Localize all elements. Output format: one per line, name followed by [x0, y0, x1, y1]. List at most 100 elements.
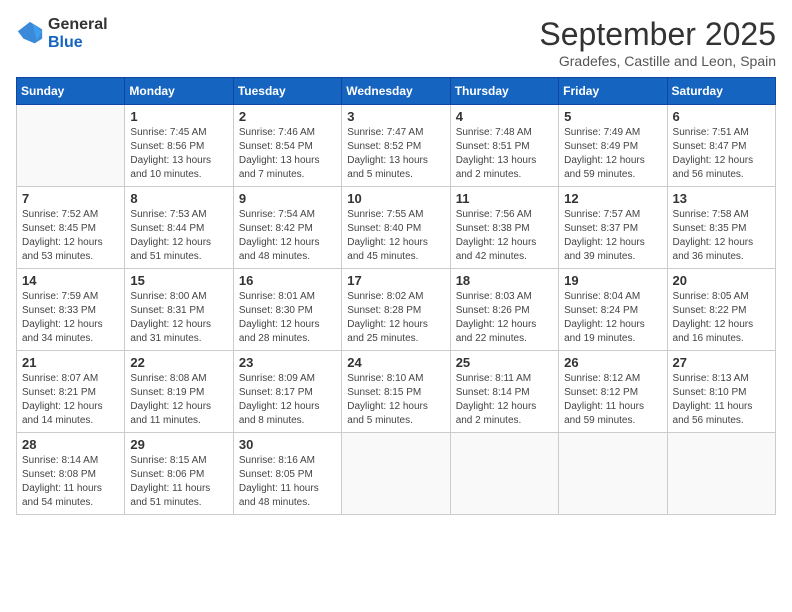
day-cell: 12 Sunrise: 7:57 AMSunset: 8:37 PMDayligh… — [559, 187, 667, 269]
day-info: Sunrise: 8:13 AMSunset: 8:10 PMDaylight:… — [673, 372, 770, 428]
day-info: Sunrise: 8:09 AMSunset: 8:17 PMDaylight:… — [239, 372, 336, 428]
day-cell: 30 Sunrise: 8:16 AMSunset: 8:05 PMDayligh… — [233, 433, 341, 515]
day-number: 19 — [564, 273, 661, 288]
day-info: Sunrise: 7:57 AMSunset: 8:37 PMDaylight:… — [564, 208, 661, 264]
day-number: 15 — [130, 273, 227, 288]
day-cell: 14 Sunrise: 7:59 AMSunset: 8:33 PMDayligh… — [17, 269, 125, 351]
day-cell: 7 Sunrise: 7:52 AMSunset: 8:45 PMDaylight… — [17, 187, 125, 269]
day-info: Sunrise: 8:00 AMSunset: 8:31 PMDaylight:… — [130, 290, 227, 346]
day-number: 22 — [130, 355, 227, 370]
week-row-4: 28 Sunrise: 8:14 AMSunset: 8:08 PMDayligh… — [17, 433, 776, 515]
header-day-thursday: Thursday — [450, 78, 558, 105]
day-info: Sunrise: 7:48 AMSunset: 8:51 PMDaylight:… — [456, 126, 553, 182]
week-row-1: 7 Sunrise: 7:52 AMSunset: 8:45 PMDaylight… — [17, 187, 776, 269]
day-cell: 25 Sunrise: 8:11 AMSunset: 8:14 PMDayligh… — [450, 351, 558, 433]
day-cell: 8Sunrise: 7:53 AMSunset: 8:44 PMDaylight… — [125, 187, 233, 269]
day-number: 30 — [239, 437, 336, 452]
day-info: Sunrise: 8:11 AMSunset: 8:14 PMDaylight:… — [456, 372, 553, 428]
day-info: Sunrise: 7:52 AMSunset: 8:45 PMDaylight:… — [22, 208, 119, 264]
logo-icon — [16, 20, 44, 48]
title-area: September 2025 Gradefes, Castille and Le… — [539, 16, 776, 69]
day-info: Sunrise: 7:47 AMSunset: 8:52 PMDaylight:… — [347, 126, 444, 182]
day-cell: 16Sunrise: 8:01 AMSunset: 8:30 PMDayligh… — [233, 269, 341, 351]
day-info: Sunrise: 7:51 AMSunset: 8:47 PMDaylight:… — [673, 126, 770, 182]
day-number: 3 — [347, 109, 444, 124]
day-info: Sunrise: 7:45 AMSunset: 8:56 PMDaylight:… — [130, 126, 227, 182]
header: General Blue September 2025 Gradefes, Ca… — [16, 16, 776, 69]
day-cell: 27 Sunrise: 8:13 AMSunset: 8:10 PMDayligh… — [667, 351, 775, 433]
day-number: 2 — [239, 109, 336, 124]
day-cell: 6 Sunrise: 7:51 AMSunset: 8:47 PMDaylight… — [667, 105, 775, 187]
header-day-sunday: Sunday — [17, 78, 125, 105]
day-number: 18 — [456, 273, 553, 288]
header-day-monday: Monday — [125, 78, 233, 105]
day-info: Sunrise: 8:10 AMSunset: 8:15 PMDaylight:… — [347, 372, 444, 428]
day-number: 4 — [456, 109, 553, 124]
day-info: Sunrise: 8:07 AMSunset: 8:21 PMDaylight:… — [22, 372, 119, 428]
day-cell: 20 Sunrise: 8:05 AMSunset: 8:22 PMDayligh… — [667, 269, 775, 351]
location: Gradefes, Castille and Leon, Spain — [539, 53, 776, 69]
day-number: 23 — [239, 355, 336, 370]
day-cell — [450, 433, 558, 515]
day-cell: 18 Sunrise: 8:03 AMSunset: 8:26 PMDayligh… — [450, 269, 558, 351]
day-number: 12 — [564, 191, 661, 206]
day-cell: 2Sunrise: 7:46 AMSunset: 8:54 PMDaylight… — [233, 105, 341, 187]
day-info: Sunrise: 7:59 AMSunset: 8:33 PMDaylight:… — [22, 290, 119, 346]
day-info: Sunrise: 8:05 AMSunset: 8:22 PMDaylight:… — [673, 290, 770, 346]
day-number: 17 — [347, 273, 444, 288]
day-info: Sunrise: 8:03 AMSunset: 8:26 PMDaylight:… — [456, 290, 553, 346]
day-number: 6 — [673, 109, 770, 124]
day-number: 11 — [456, 191, 553, 206]
day-cell: 15 Sunrise: 8:00 AMSunset: 8:31 PMDayligh… — [125, 269, 233, 351]
day-cell — [17, 105, 125, 187]
day-cell: 19 Sunrise: 8:04 AMSunset: 8:24 PMDayligh… — [559, 269, 667, 351]
day-number: 25 — [456, 355, 553, 370]
day-cell: 29Sunrise: 8:15 AMSunset: 8:06 PMDayligh… — [125, 433, 233, 515]
week-row-3: 21Sunrise: 8:07 AMSunset: 8:21 PMDayligh… — [17, 351, 776, 433]
day-number: 7 — [22, 191, 119, 206]
day-cell: 21Sunrise: 8:07 AMSunset: 8:21 PMDayligh… — [17, 351, 125, 433]
day-cell: 23 Sunrise: 8:09 AMSunset: 8:17 PMDayligh… — [233, 351, 341, 433]
day-info: Sunrise: 8:12 AMSunset: 8:12 PMDaylight:… — [564, 372, 661, 428]
day-info: Sunrise: 7:54 AMSunset: 8:42 PMDaylight:… — [239, 208, 336, 264]
logo-text: General Blue — [48, 16, 108, 51]
day-cell — [667, 433, 775, 515]
day-cell: 3 Sunrise: 7:47 AMSunset: 8:52 PMDaylight… — [342, 105, 450, 187]
header-day-tuesday: Tuesday — [233, 78, 341, 105]
logo-general: General — [48, 16, 108, 34]
day-number: 16 — [239, 273, 336, 288]
day-info: Sunrise: 8:16 AMSunset: 8:05 PMDaylight:… — [239, 454, 336, 510]
day-cell: 28 Sunrise: 8:14 AMSunset: 8:08 PMDayligh… — [17, 433, 125, 515]
header-row: SundayMondayTuesdayWednesdayThursdayFrid… — [17, 78, 776, 105]
day-number: 27 — [673, 355, 770, 370]
day-number: 26 — [564, 355, 661, 370]
day-info: Sunrise: 8:08 AMSunset: 8:19 PMDaylight:… — [130, 372, 227, 428]
day-cell — [342, 433, 450, 515]
day-info: Sunrise: 7:56 AMSunset: 8:38 PMDaylight:… — [456, 208, 553, 264]
day-number: 5 — [564, 109, 661, 124]
header-day-friday: Friday — [559, 78, 667, 105]
day-info: Sunrise: 8:02 AMSunset: 8:28 PMDaylight:… — [347, 290, 444, 346]
day-info: Sunrise: 8:04 AMSunset: 8:24 PMDaylight:… — [564, 290, 661, 346]
day-number: 28 — [22, 437, 119, 452]
day-cell: 1Sunrise: 7:45 AMSunset: 8:56 PMDaylight… — [125, 105, 233, 187]
day-number: 20 — [673, 273, 770, 288]
day-info: Sunrise: 7:53 AMSunset: 8:44 PMDaylight:… — [130, 208, 227, 264]
day-number: 14 — [22, 273, 119, 288]
day-cell: 24 Sunrise: 8:10 AMSunset: 8:15 PMDayligh… — [342, 351, 450, 433]
day-cell: 17 Sunrise: 8:02 AMSunset: 8:28 PMDayligh… — [342, 269, 450, 351]
week-row-2: 14 Sunrise: 7:59 AMSunset: 8:33 PMDayligh… — [17, 269, 776, 351]
day-cell: 11 Sunrise: 7:56 AMSunset: 8:38 PMDayligh… — [450, 187, 558, 269]
month-title: September 2025 — [539, 16, 776, 53]
day-cell: 10 Sunrise: 7:55 AMSunset: 8:40 PMDayligh… — [342, 187, 450, 269]
day-cell: 22 Sunrise: 8:08 AMSunset: 8:19 PMDayligh… — [125, 351, 233, 433]
header-day-saturday: Saturday — [667, 78, 775, 105]
day-number: 13 — [673, 191, 770, 206]
day-number: 24 — [347, 355, 444, 370]
day-number: 10 — [347, 191, 444, 206]
day-info: Sunrise: 8:15 AMSunset: 8:06 PMDaylight:… — [130, 454, 227, 510]
day-info: Sunrise: 8:14 AMSunset: 8:08 PMDaylight:… — [22, 454, 119, 510]
logo: General Blue — [16, 16, 108, 51]
day-cell: 9Sunrise: 7:54 AMSunset: 8:42 PMDaylight… — [233, 187, 341, 269]
day-info: Sunrise: 7:55 AMSunset: 8:40 PMDaylight:… — [347, 208, 444, 264]
